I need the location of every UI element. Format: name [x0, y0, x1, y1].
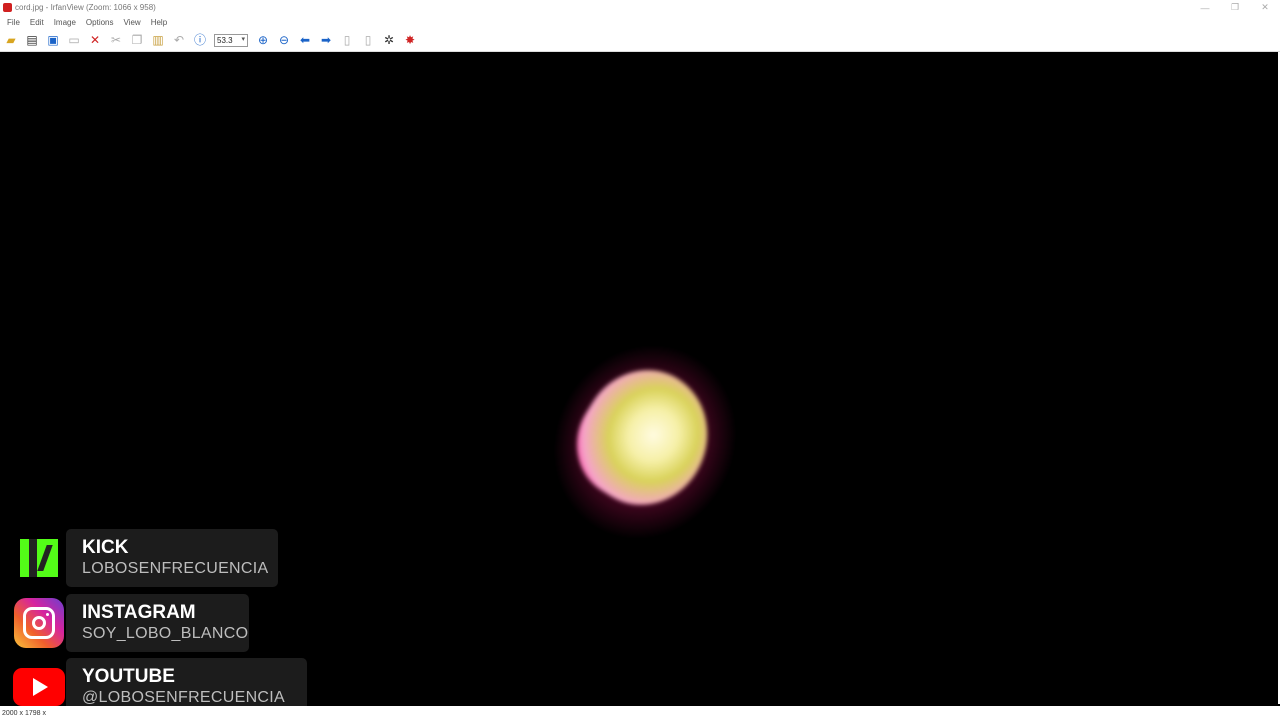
instagram-handle: SOY_LOBO_BLANCO — [82, 625, 249, 642]
kick-logo-box — [12, 531, 66, 585]
youtube-texts: YOUTUBE @LOBOSENFRECUENCIA — [82, 666, 285, 708]
youtube-handle: @LOBOSENFRECUENCIA — [82, 689, 286, 706]
kick-name: KICK — [82, 537, 129, 558]
menu-options[interactable]: Options — [81, 18, 119, 27]
zoom-value: 53.3 — [217, 35, 233, 45]
settings-tools-icon[interactable]: ✲ — [381, 32, 397, 48]
kick-handle: LOBOSENFRECUENCIA — [82, 560, 269, 577]
chevron-down-icon: ▾ — [241, 35, 245, 43]
delete-icon[interactable]: ✕ — [87, 32, 103, 48]
title-bar: cord.jpg - IrfanView (Zoom: 1066 x 958) … — [0, 0, 1280, 15]
close-window-button[interactable]: ✕ — [1250, 0, 1280, 15]
minimize-button[interactable]: — — [1190, 0, 1220, 15]
irfanview-logo-icon[interactable]: ✸ — [402, 32, 418, 48]
zoom-select[interactable]: 53.3 ▾ — [214, 33, 248, 47]
print-icon[interactable]: ▭ — [66, 32, 82, 48]
youtube-overlay: YOUTUBE @LOBOSENFRECUENCIA — [12, 658, 307, 716]
instagram-name: INSTAGRAM — [82, 602, 196, 623]
menu-help[interactable]: Help — [146, 18, 172, 27]
last-page-icon[interactable]: ▯ — [360, 32, 376, 48]
instagram-overlay: INSTAGRAM SOY_LOBO_BLANCO — [12, 594, 249, 652]
instagram-logo-icon — [14, 598, 64, 648]
instagram-texts: INSTAGRAM SOY_LOBO_BLANCO — [82, 602, 248, 644]
slideshow-icon[interactable]: ▤ — [24, 32, 40, 48]
instagram-logo-box — [12, 596, 66, 650]
save-icon[interactable]: ▣ — [45, 32, 61, 48]
zoom-in-icon[interactable]: ⊕ — [255, 32, 271, 48]
next-arrow-icon[interactable]: ➡ — [318, 32, 334, 48]
open-folder-icon[interactable]: ▰ — [3, 32, 19, 48]
youtube-logo-box — [12, 660, 66, 714]
youtube-name: YOUTUBE — [82, 666, 175, 687]
first-page-icon[interactable]: ▯ — [339, 32, 355, 48]
paste-icon[interactable]: ▥ — [150, 32, 166, 48]
irfanview-app-icon — [3, 3, 12, 12]
menu-image[interactable]: Image — [49, 18, 81, 27]
previous-arrow-icon[interactable]: ⬅ — [297, 32, 313, 48]
youtube-logo-icon — [13, 668, 65, 706]
restore-button[interactable]: ❐ — [1220, 0, 1250, 15]
window-title: cord.jpg - IrfanView (Zoom: 1066 x 958) — [15, 3, 156, 12]
cut-icon[interactable]: ✂ — [108, 32, 124, 48]
kick-overlay: KICK LOBOSENFRECUENCIA — [12, 529, 278, 587]
menu-file[interactable]: File — [2, 18, 25, 27]
status-bar: 2000 x 1798 x — [0, 706, 1280, 720]
window-controls: — ❐ ✕ — [1190, 0, 1280, 15]
kick-texts: KICK LOBOSENFRECUENCIA — [82, 537, 268, 579]
kick-logo-icon — [20, 539, 58, 577]
undo-icon[interactable]: ↶ — [171, 32, 187, 48]
toolbar: ▰ ▤ ▣ ▭ ✕ ✂ ❐ ▥ ↶ ⓘ 53.3 ▾ ⊕ ⊖ ⬅ ➡ ▯ ▯ ✲… — [0, 29, 1280, 52]
zoom-out-icon[interactable]: ⊖ — [276, 32, 292, 48]
menu-edit[interactable]: Edit — [25, 18, 49, 27]
copy-icon[interactable]: ❐ — [129, 32, 145, 48]
menu-view[interactable]: View — [119, 18, 146, 27]
info-icon[interactable]: ⓘ — [192, 32, 208, 48]
menu-bar: File Edit Image Options View Help — [0, 15, 1280, 29]
